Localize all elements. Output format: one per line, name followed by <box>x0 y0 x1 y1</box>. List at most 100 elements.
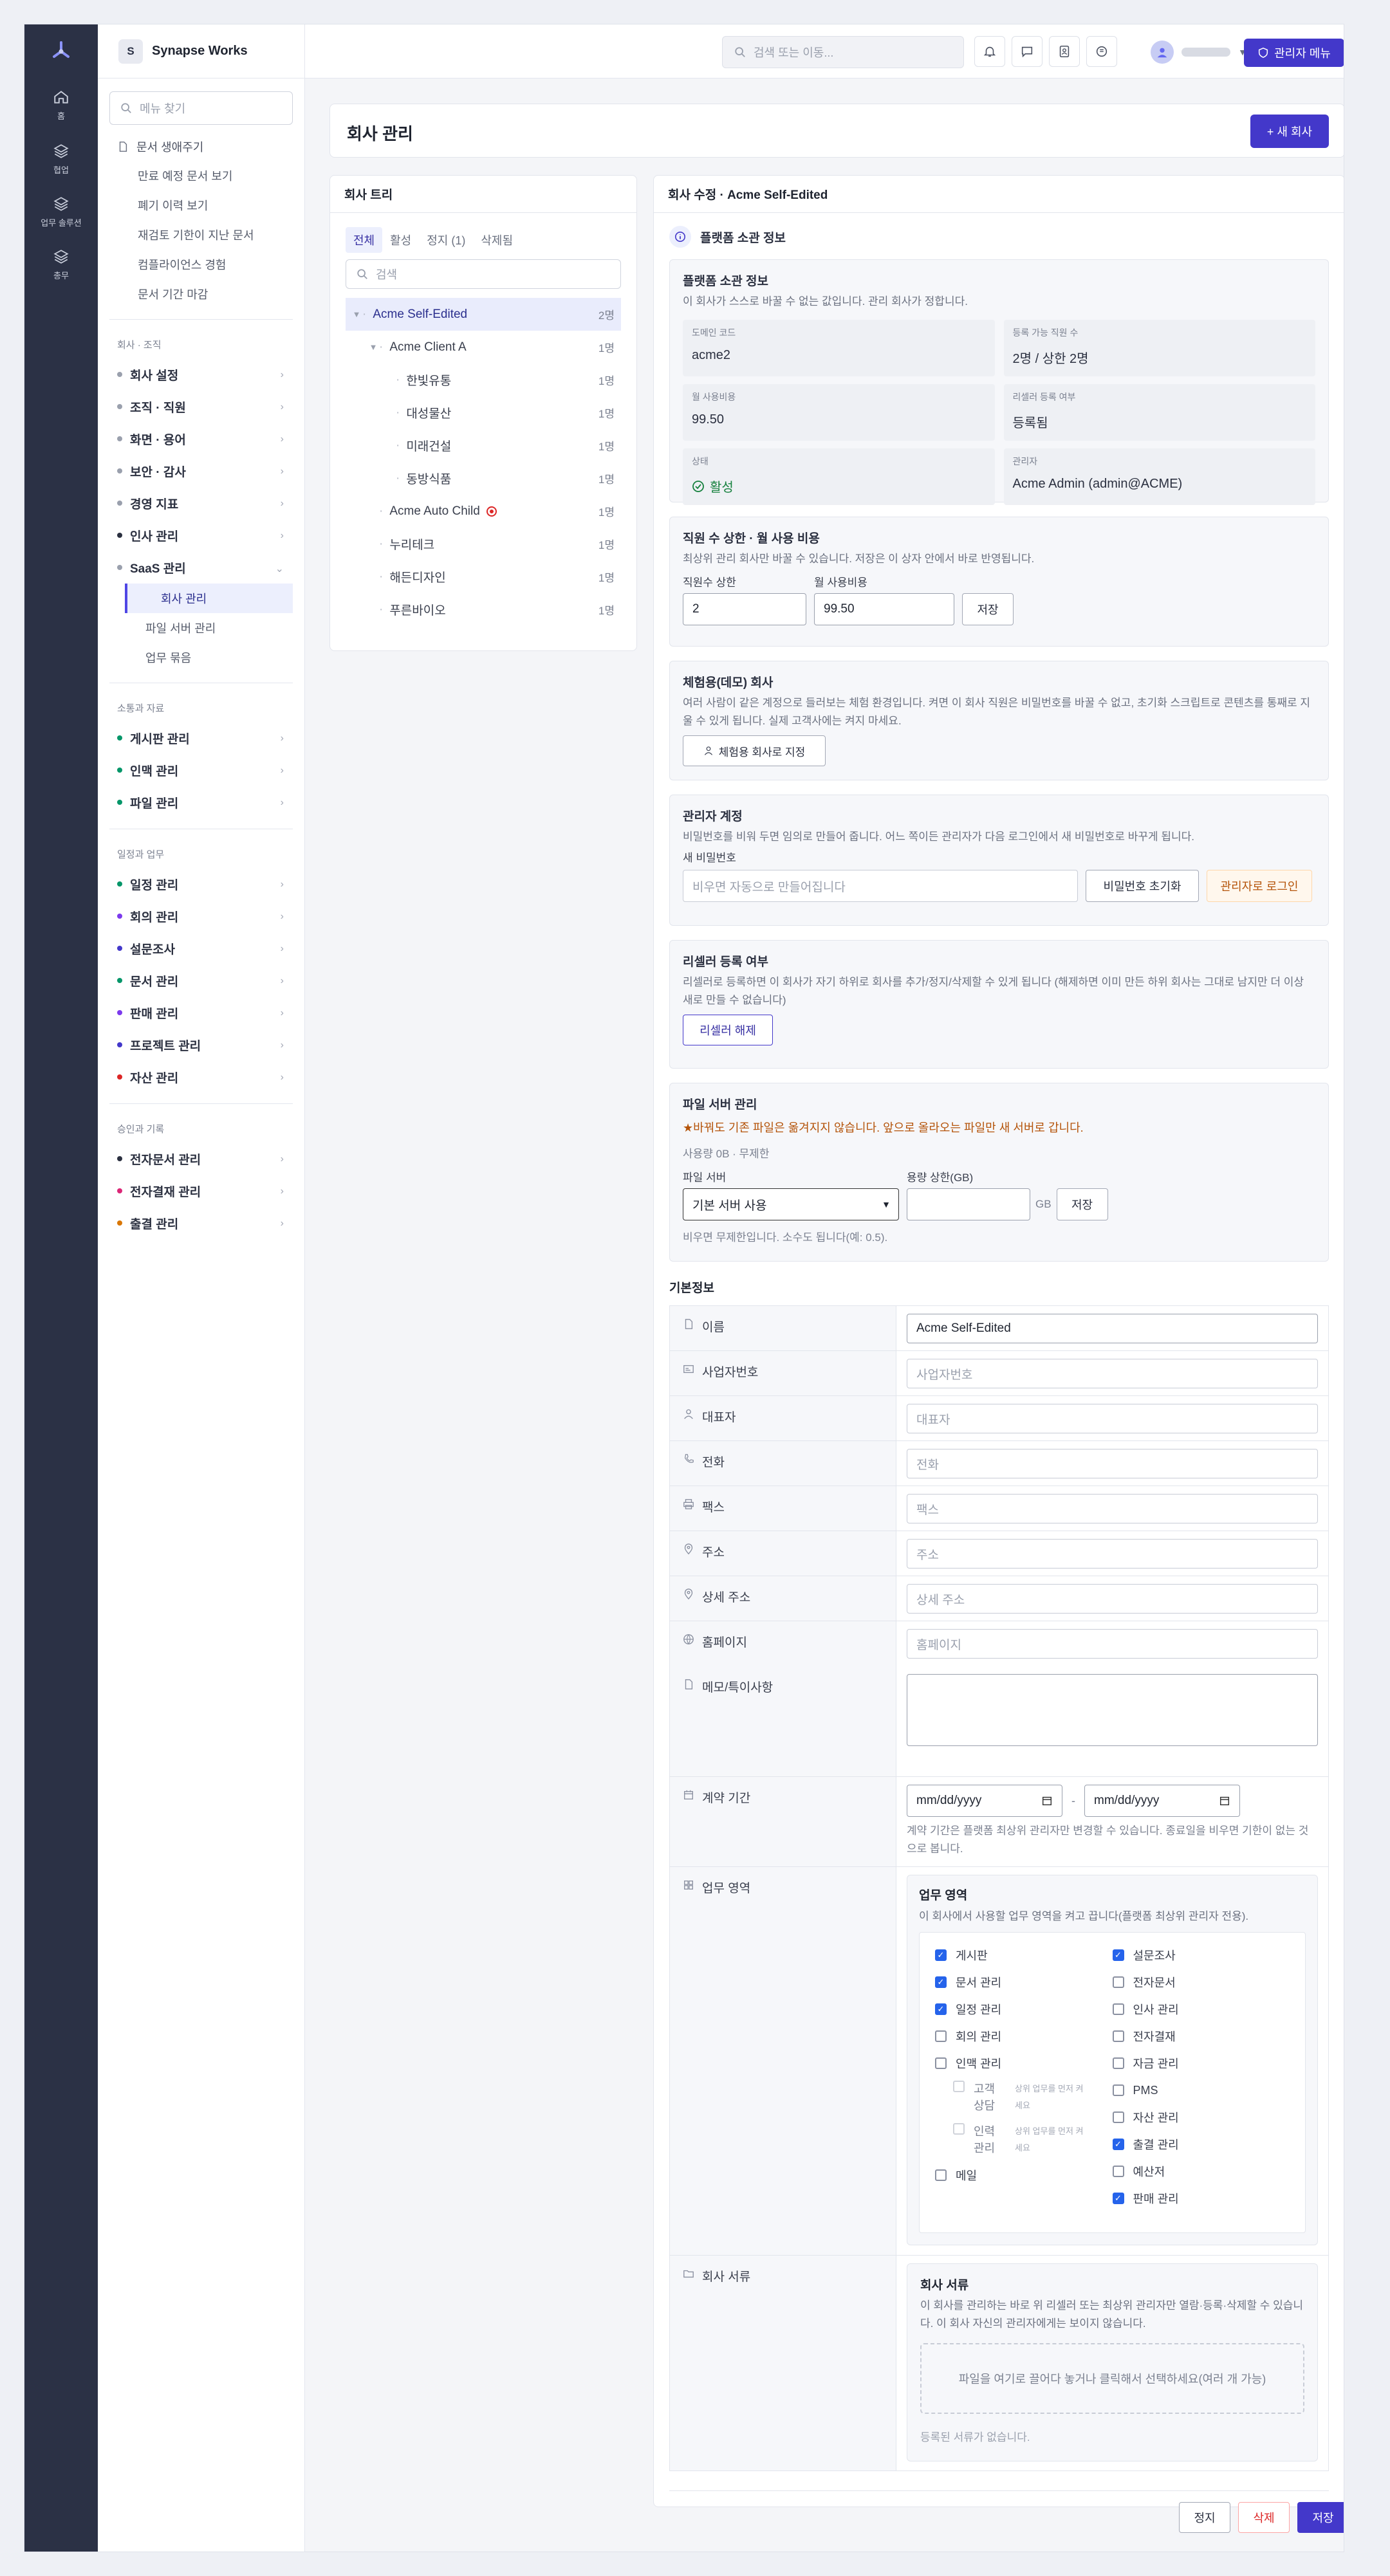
tree-row[interactable]: · 대성물산 1명 <box>346 396 621 429</box>
tree-row[interactable]: · 해든디자인 1명 <box>346 560 621 593</box>
checkbox-checked-icon[interactable]: ✓ <box>935 1949 947 1961</box>
monthly-fee-input[interactable]: 99.50 <box>814 593 954 625</box>
save-button[interactable]: 저장 <box>1297 2502 1344 2533</box>
sidebar-item-doc-lifecycle[interactable]: 문서 생애주기 <box>109 133 293 161</box>
sidebar-item[interactable]: 조직 · 직원 › <box>109 391 293 423</box>
menu-search-input[interactable]: 메뉴 찾기 <box>109 91 293 125</box>
checkbox-checked-icon[interactable]: ✓ <box>1112 2139 1124 2150</box>
area-checkbox[interactable]: ✓ 게시판 <box>935 1942 1113 1969</box>
tree-row[interactable]: ▼ · Acme Self-Edited 2명 <box>346 298 621 331</box>
tab-active[interactable]: 활성 <box>382 227 419 253</box>
sidebar-subitem[interactable]: 만료 예정 문서 보기 <box>109 161 293 190</box>
chevron-down-icon[interactable]: ▼ <box>367 342 379 352</box>
tree-row[interactable]: · 미래건설 1명 <box>346 429 621 462</box>
app-logo-icon[interactable] <box>49 39 73 63</box>
rail-item-general[interactable]: 총무 <box>24 248 98 281</box>
tree-row[interactable]: · 동방식품 1명 <box>346 462 621 495</box>
text-input[interactable]: 팩스 <box>907 1494 1318 1523</box>
file-dropzone[interactable]: 파일을 여기로 끌어다 놓거나 클릭해서 선택하세요(여러 개 가능) <box>920 2343 1304 2414</box>
sidebar-item[interactable]: 회사 설정 › <box>109 358 293 391</box>
checkbox-empty-icon[interactable] <box>1112 2111 1124 2123</box>
text-input[interactable]: 대표자 <box>907 1404 1318 1433</box>
sidebar-item-file-server[interactable]: 파일 서버 관리 <box>109 613 293 643</box>
area-checkbox[interactable]: ✓ 판매 관리 <box>1112 2185 1290 2212</box>
tab-suspended[interactable]: 정지 (1) <box>419 227 473 253</box>
area-checkbox[interactable]: 자산 관리 <box>1112 2104 1290 2131</box>
save-limit-button[interactable]: 저장 <box>962 593 1014 625</box>
text-input[interactable]: Acme Self-Edited <box>907 1314 1318 1343</box>
area-checkbox[interactable]: ✓ 설문조사 <box>1112 1942 1290 1969</box>
text-input[interactable]: 홈페이지 <box>907 1629 1318 1659</box>
sidebar-item[interactable]: SaaS 관리 ⌄ <box>109 551 293 584</box>
checkbox-checked-icon[interactable]: ✓ <box>935 1976 947 1988</box>
memo-textarea[interactable] <box>907 1674 1318 1746</box>
checkbox-checked-icon[interactable]: ✓ <box>1112 2193 1124 2204</box>
area-checkbox[interactable]: 전자문서 <box>1112 1969 1290 1996</box>
sidebar-item[interactable]: 전자문서 관리 › <box>109 1143 293 1175</box>
suspend-button[interactable]: 정지 <box>1179 2502 1230 2533</box>
save-file-server-button[interactable]: 저장 <box>1056 1188 1108 1220</box>
sidebar-item[interactable]: 게시판 관리 › <box>109 722 293 754</box>
rail-item-solutions[interactable]: 업무 솔루션 <box>24 196 98 228</box>
sidebar-item[interactable]: 문서 관리 › <box>109 964 293 997</box>
rail-item-collab[interactable]: 협업 <box>24 143 98 176</box>
notifications-button[interactable] <box>974 36 1005 67</box>
help-chat-button[interactable] <box>1086 36 1117 67</box>
sidebar-item[interactable]: 화면 · 용어 › <box>109 423 293 455</box>
tree-row[interactable]: · 한빛유통 1명 <box>346 363 621 396</box>
area-checkbox[interactable]: 회의 관리 <box>935 2023 1113 2050</box>
tab-all[interactable]: 전체 <box>346 227 383 253</box>
contract-end-input[interactable]: mm/dd/yyyy <box>1084 1785 1240 1817</box>
checkbox-empty-icon[interactable] <box>1112 1976 1124 1988</box>
area-checkbox[interactable]: 전자결재 <box>1112 2023 1290 2050</box>
area-checkbox[interactable]: ✓ 문서 관리 <box>935 1969 1113 1996</box>
messages-button[interactable] <box>1012 36 1042 67</box>
checkbox-empty-icon[interactable] <box>935 2030 947 2042</box>
sidebar-item[interactable]: 경영 지표 › <box>109 487 293 519</box>
reset-password-button[interactable]: 비밀번호 초기화 <box>1086 870 1199 902</box>
sidebar-subitem[interactable]: 폐기 이력 보기 <box>109 190 293 220</box>
checkbox-checked-icon[interactable]: ✓ <box>1112 1949 1124 1961</box>
new-company-button[interactable]: + 새 회사 <box>1250 115 1329 148</box>
sidebar-item[interactable]: 프로젝트 관리 › <box>109 1029 293 1061</box>
checkbox-empty-icon[interactable] <box>1112 2057 1124 2069</box>
text-input[interactable]: 전화 <box>907 1449 1318 1478</box>
area-checkbox[interactable]: 메일 <box>935 2162 1113 2189</box>
sidebar-item-bundles[interactable]: 업무 묶음 <box>109 643 293 672</box>
global-search-input[interactable]: 검색 또는 이동... <box>722 36 964 68</box>
sidebar-subitem[interactable]: 문서 기간 마감 <box>109 279 293 309</box>
sidebar-item[interactable]: 인사 관리 › <box>109 519 293 551</box>
area-checkbox[interactable]: ✓ 일정 관리 <box>935 1996 1113 2023</box>
user-menu[interactable]: ▼ <box>1151 36 1254 68</box>
tab-deleted[interactable]: 삭제됨 <box>473 227 521 253</box>
sidebar-item[interactable]: 회의 관리 › <box>109 900 293 932</box>
login-as-admin-button[interactable]: 관리자로 로그인 <box>1207 870 1312 902</box>
staff-limit-input[interactable]: 2 <box>683 593 806 625</box>
area-checkbox[interactable]: 인맥 관리 <box>935 2050 1113 2077</box>
checkbox-empty-icon[interactable] <box>1112 2166 1124 2177</box>
sidebar-subitem[interactable]: 재검토 기한이 지난 문서 <box>109 220 293 250</box>
sidebar-item[interactable]: 자산 관리 › <box>109 1061 293 1093</box>
sidebar-item[interactable]: 전자결재 관리 › <box>109 1175 293 1207</box>
file-server-select[interactable]: 기본 서버 사용 ▼ <box>683 1188 899 1220</box>
checkbox-empty-icon[interactable] <box>935 2169 947 2181</box>
sidebar-item[interactable]: 판매 관리 › <box>109 997 293 1029</box>
sidebar-item-company-mgmt[interactable]: 회사 관리 <box>125 584 293 613</box>
contract-start-input[interactable]: mm/dd/yyyy <box>907 1785 1062 1817</box>
area-checkbox[interactable]: ✓ 출결 관리 <box>1112 2131 1290 2158</box>
area-checkbox[interactable]: PMS <box>1112 2077 1290 2104</box>
capacity-input[interactable] <box>907 1188 1030 1220</box>
chevron-down-icon[interactable]: ▼ <box>351 309 362 319</box>
checkbox-empty-icon[interactable] <box>1112 2003 1124 2015</box>
sidebar-item[interactable]: 설문조사 › <box>109 932 293 964</box>
delete-button[interactable]: 삭제 <box>1238 2502 1290 2533</box>
text-input[interactable]: 상세 주소 <box>907 1584 1318 1614</box>
new-password-input[interactable]: 비우면 자동으로 만들어집니다 <box>683 870 1078 902</box>
sidebar-item[interactable]: 인맥 관리 › <box>109 754 293 786</box>
sidebar-item[interactable]: 파일 관리 › <box>109 786 293 818</box>
admin-menu-button[interactable]: 관리자 메뉴 <box>1244 39 1344 67</box>
rail-item-home[interactable]: 홈 <box>24 89 98 122</box>
brand[interactable]: S Synapse Works <box>98 24 304 78</box>
checkbox-checked-icon[interactable]: ✓ <box>935 2003 947 2015</box>
text-input[interactable]: 주소 <box>907 1539 1318 1569</box>
